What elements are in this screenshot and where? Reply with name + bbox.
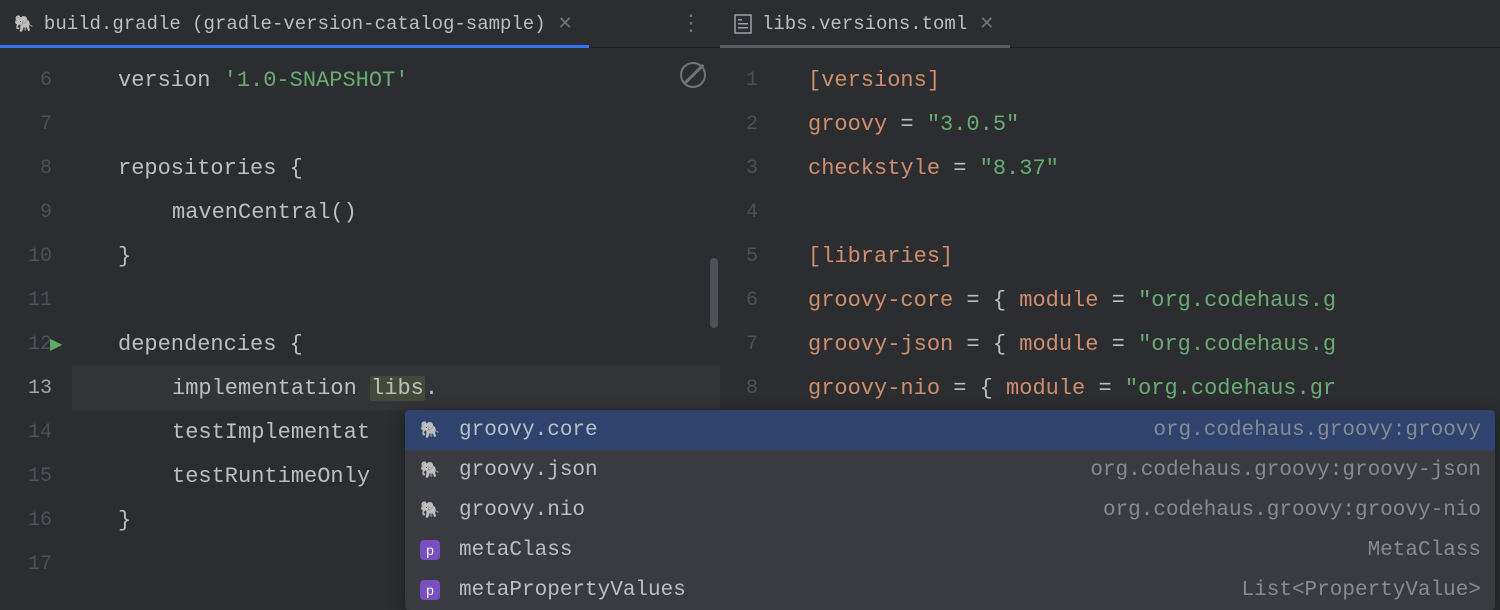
autocomplete-label: groovy.json	[459, 459, 598, 482]
gutter-line-number[interactable]: 12▶	[0, 322, 72, 366]
gutter-line-number[interactable]: 6	[0, 58, 72, 102]
code-token: "org.codehaus.gr	[1125, 376, 1336, 401]
gutter-line-number[interactable]: 14	[0, 410, 72, 454]
tabs-row: 🐘 build.gradle (gradle-version-catalog-s…	[0, 0, 1500, 48]
gutter-line-number[interactable]: 10	[0, 234, 72, 278]
code-token: }	[118, 244, 131, 269]
gutter-line-number[interactable]: 15	[0, 454, 72, 498]
code-token: repositories {	[118, 156, 303, 181]
autocomplete-type: MetaClass	[1368, 539, 1481, 562]
code-token: groovy-nio	[808, 376, 940, 401]
gradle-icon: 🐘	[419, 420, 441, 440]
autocomplete-item[interactable]: 🐘 groovy.nio org.codehaus.groovy:groovy-ni…	[405, 490, 1495, 530]
code-token: checkstyle	[808, 156, 940, 181]
gutter-line-number[interactable]: 7	[0, 102, 72, 146]
autocomplete-popup: 🐘 groovy.core org.codehaus.groovy:groovy 🐘 g…	[405, 410, 1495, 610]
code-token: testRuntimeOnly	[172, 464, 370, 489]
gradle-icon: 🐘	[14, 14, 34, 34]
autocomplete-type: org.codehaus.groovy:groovy-json	[1090, 459, 1481, 482]
close-icon[interactable]: ✕	[556, 13, 575, 35]
gutter-line-number[interactable]: 3	[720, 146, 778, 190]
gutter-line-number[interactable]: 4	[720, 190, 778, 234]
property-icon: p	[419, 540, 441, 560]
autocomplete-label: groovy.core	[459, 419, 598, 442]
run-gutter-icon[interactable]: ▶	[50, 334, 62, 354]
code-token: [versions]	[808, 68, 940, 93]
autocomplete-item[interactable]: 🐘 groovy.json org.codehaus.groovy:groovy-j…	[405, 450, 1495, 490]
gradle-icon: 🐘	[419, 500, 441, 520]
autocomplete-type: org.codehaus.groovy:groovy	[1153, 419, 1481, 442]
code-token: module	[1019, 332, 1098, 357]
code-token: =	[887, 112, 927, 137]
code-token: "8.37"	[980, 156, 1059, 181]
autocomplete-label: metaPropertyValues	[459, 579, 686, 602]
code-token: = {	[953, 288, 1019, 313]
autocomplete-label: metaClass	[459, 539, 572, 562]
gutter-left[interactable]: 6789101112▶1314151617	[0, 48, 72, 600]
code-token: testImplementat	[172, 420, 370, 445]
autocomplete-item[interactable]: 🐘 groovy.core org.codehaus.groovy:groovy	[405, 410, 1495, 450]
code-token: '1.0-SNAPSHOT'	[224, 68, 409, 93]
code-token: "3.0.5"	[927, 112, 1019, 137]
code-token: = {	[953, 332, 1019, 357]
code-token: "org.codehaus.g	[1138, 288, 1336, 313]
autocomplete-item[interactable]: p metaClass MetaClass	[405, 530, 1495, 570]
gutter-line-number[interactable]: 5	[720, 234, 778, 278]
code-token: = {	[940, 376, 1006, 401]
code-token: groovy	[808, 112, 887, 137]
toml-file-icon	[734, 14, 752, 34]
autocomplete-type: List<PropertyValue>	[1242, 579, 1481, 602]
code-token: groovy-json	[808, 332, 953, 357]
code-token: dependencies {	[118, 332, 303, 357]
tab-overflow-menu[interactable]: ⋮	[662, 0, 720, 47]
code-token: implementation	[172, 376, 370, 401]
code-token-highlighted: libs	[370, 376, 425, 401]
gutter-line-number[interactable]: 9	[0, 190, 72, 234]
gutter-line-number[interactable]: 6	[720, 278, 778, 322]
tab-label: build.gradle (gradle-version-catalog-sam…	[44, 13, 546, 35]
gutter-line-number[interactable]: 7	[720, 322, 778, 366]
tab-libs-versions-toml[interactable]: libs.versions.toml ✕	[720, 0, 1010, 47]
close-icon[interactable]: ✕	[977, 13, 996, 35]
gutter-line-number[interactable]: 17	[0, 542, 72, 586]
code-token: groovy-core	[808, 288, 953, 313]
code-token: "org.codehaus.g	[1138, 332, 1336, 357]
code-token: =	[940, 156, 980, 181]
autocomplete-item[interactable]: p metaPropertyValues List<PropertyValue>	[405, 570, 1495, 610]
autocomplete-type: org.codehaus.groovy:groovy-nio	[1103, 499, 1481, 522]
gradle-icon: 🐘	[419, 460, 441, 480]
code-token: mavenCentral()	[172, 200, 357, 225]
code-token: .	[425, 376, 438, 401]
autocomplete-label: groovy.nio	[459, 499, 585, 522]
tab-build-gradle[interactable]: 🐘 build.gradle (gradle-version-catalog-s…	[0, 0, 589, 47]
tab-label: libs.versions.toml	[762, 13, 967, 35]
code-token: =	[1085, 376, 1125, 401]
code-token: [libraries]	[808, 244, 953, 269]
gutter-line-number[interactable]: 16	[0, 498, 72, 542]
code-token: }	[118, 508, 131, 533]
code-token: =	[1098, 332, 1138, 357]
property-icon: p	[419, 580, 441, 600]
code-token: =	[1098, 288, 1138, 313]
code-token: module	[1019, 288, 1098, 313]
gutter-line-number[interactable]: 2	[720, 102, 778, 146]
gutter-line-number[interactable]: 8	[0, 146, 72, 190]
gutter-line-number[interactable]: 13	[0, 366, 72, 410]
gutter-line-number[interactable]: 1	[720, 58, 778, 102]
code-token: version	[118, 68, 224, 93]
gutter-line-number[interactable]: 8	[720, 366, 778, 410]
code-token: module	[1006, 376, 1085, 401]
gutter-line-number[interactable]: 11	[0, 278, 72, 322]
